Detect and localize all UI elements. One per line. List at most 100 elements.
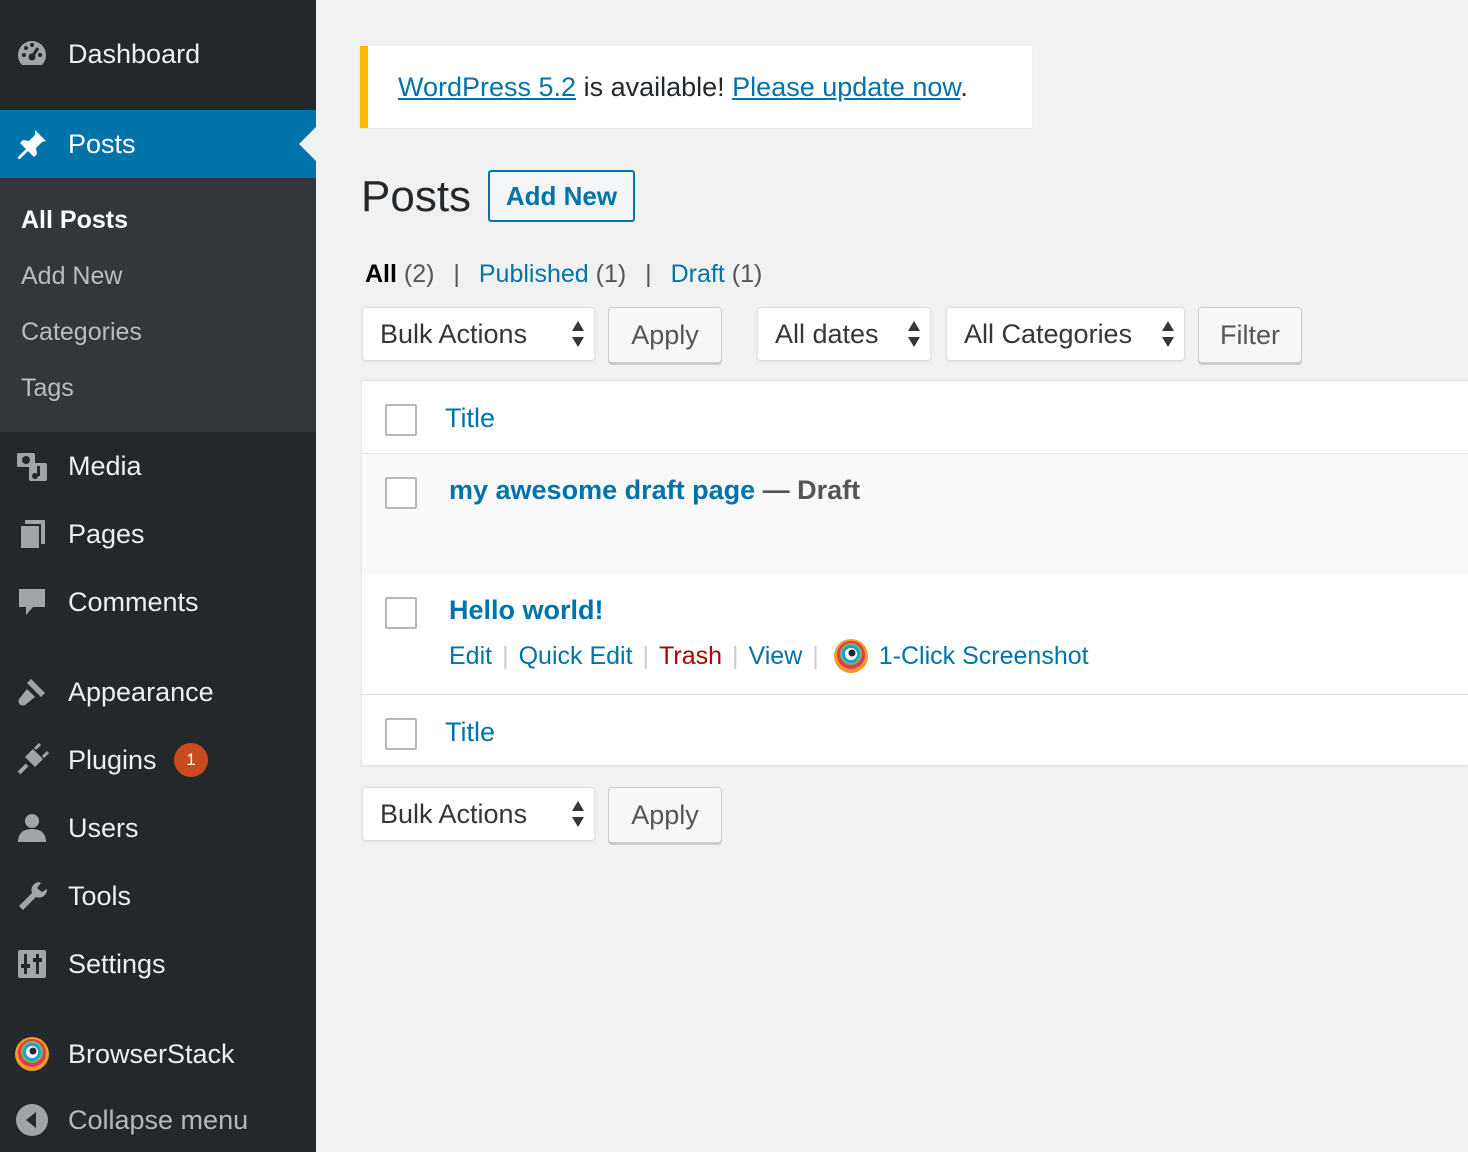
browserstack-icon <box>14 1036 50 1072</box>
plugin-icon <box>14 742 50 778</box>
category-filter-select[interactable]: All Categories <box>946 307 1185 361</box>
admin-sidebar: Dashboard Posts All Posts Add New Catego… <box>0 0 316 1152</box>
paintbrush-icon <box>14 674 50 710</box>
apply-button-top[interactable]: Apply <box>608 307 722 363</box>
menu-dashboard-label: Dashboard <box>68 38 201 69</box>
date-filter-value: All dates <box>775 318 879 349</box>
comments-icon <box>14 584 50 620</box>
menu-dashboard[interactable]: Dashboard <box>0 20 316 88</box>
select-arrows-icon <box>1162 321 1174 347</box>
select-arrows-icon <box>572 801 584 827</box>
pages-icon <box>14 516 50 552</box>
settings-sliders-icon <box>14 946 50 982</box>
submenu-categories[interactable]: Categories <box>21 318 142 347</box>
notice-text: is available! <box>576 71 733 102</box>
wordpress-version-link[interactable]: WordPress 5.2 <box>398 72 576 102</box>
add-new-button[interactable]: Add New <box>488 170 635 222</box>
menu-plugins[interactable]: Plugins 1 <box>0 726 316 794</box>
media-icon <box>14 448 50 484</box>
table-row: Hello world! Edit | Quick Edit | Trash |… <box>362 574 1468 695</box>
menu-comments-label: Comments <box>68 586 199 617</box>
row-actions: Edit | Quick Edit | Trash | View | 1-Cli… <box>449 638 1089 674</box>
row-checkbox[interactable] <box>385 477 417 509</box>
plugins-update-badge: 1 <box>174 743 208 777</box>
category-filter-value: All Categories <box>964 318 1133 349</box>
filter-draft-count: (1) <box>731 260 763 288</box>
page-title: Posts <box>361 172 472 221</box>
filter-published-count: (1) <box>595 260 627 288</box>
menu-users-label: Users <box>68 812 139 843</box>
menu-tools[interactable]: Tools <box>0 862 316 930</box>
browserstack-icon <box>833 639 868 673</box>
filter-button[interactable]: Filter <box>1198 307 1302 363</box>
title-column-footer[interactable]: Title <box>445 717 495 748</box>
trash-link[interactable]: Trash <box>659 642 722 671</box>
menu-media[interactable]: Media <box>0 432 316 500</box>
users-icon <box>14 810 50 846</box>
separator: | <box>732 641 739 670</box>
bulk-actions-select-bottom[interactable]: Bulk Actions <box>362 787 595 841</box>
pushpin-icon <box>14 126 50 162</box>
apply-button-bottom[interactable]: Apply <box>608 787 722 843</box>
select-arrows-icon <box>572 321 584 347</box>
separator: | <box>645 260 652 288</box>
menu-appearance-label: Appearance <box>68 676 214 707</box>
menu-media-label: Media <box>68 450 142 481</box>
menu-pages[interactable]: Pages <box>0 500 316 568</box>
select-all-checkbox[interactable] <box>385 404 417 436</box>
posts-table: Title my awesome draft page — Draft Hell… <box>361 380 1468 766</box>
notice-period: . <box>960 71 968 102</box>
menu-users[interactable]: Users <box>0 794 316 862</box>
filter-draft[interactable]: Draft <box>671 260 725 288</box>
edit-link[interactable]: Edit <box>449 642 492 671</box>
menu-plugins-label: Plugins <box>68 744 157 775</box>
submenu-tags[interactable]: Tags <box>21 374 74 403</box>
post-title-cell: my awesome draft page — Draft <box>449 475 860 506</box>
menu-posts-label: Posts <box>68 128 136 159</box>
post-title-link[interactable]: Hello world! <box>449 595 604 626</box>
menu-tools-label: Tools <box>68 880 132 911</box>
menu-browserstack[interactable]: BrowserStack <box>0 1020 316 1088</box>
separator: | <box>453 260 460 288</box>
filter-all[interactable]: All <box>365 260 397 288</box>
menu-browserstack-label: BrowserStack <box>68 1038 235 1069</box>
update-notice: WordPress 5.2 is available! Please updat… <box>360 46 1032 128</box>
filter-all-count: (2) <box>403 260 435 288</box>
table-header-row: Title <box>362 381 1468 454</box>
select-all-checkbox-footer[interactable] <box>385 718 417 750</box>
table-row: my awesome draft page — Draft <box>362 454 1468 574</box>
one-click-screenshot-link[interactable]: 1-Click Screenshot <box>879 642 1089 671</box>
bulk-actions-value: Bulk Actions <box>380 318 528 349</box>
table-footer-row: Title <box>362 696 1468 767</box>
wrench-icon <box>14 878 50 914</box>
status-filter-links: All (2) | Published (1) | Draft (1) <box>365 260 762 289</box>
menu-settings-label: Settings <box>68 948 166 979</box>
update-now-link[interactable]: Please update now <box>732 72 960 102</box>
menu-pages-label: Pages <box>68 518 145 549</box>
quick-edit-link[interactable]: Quick Edit <box>519 642 633 671</box>
title-column-header[interactable]: Title <box>445 403 495 434</box>
submenu-add-new[interactable]: Add New <box>21 262 122 291</box>
menu-appearance[interactable]: Appearance <box>0 658 316 726</box>
bulk-actions-select-top[interactable]: Bulk Actions <box>362 307 595 361</box>
separator: | <box>502 641 509 670</box>
filter-published[interactable]: Published <box>479 260 589 288</box>
separator: | <box>812 641 819 670</box>
view-link[interactable]: View <box>749 642 803 671</box>
dashboard-icon <box>14 36 50 72</box>
menu-settings[interactable]: Settings <box>0 930 316 998</box>
collapse-arrow-icon <box>14 1102 50 1138</box>
collapse-menu-label: Collapse menu <box>68 1104 249 1135</box>
bulk-actions-value: Bulk Actions <box>380 798 528 829</box>
row-checkbox[interactable] <box>385 597 417 629</box>
collapse-menu-button[interactable]: Collapse menu <box>0 1088 316 1152</box>
select-arrows-icon <box>908 321 920 347</box>
post-title-link[interactable]: my awesome draft page <box>449 475 755 505</box>
menu-posts[interactable]: Posts <box>0 110 316 178</box>
date-filter-select[interactable]: All dates <box>757 307 931 361</box>
menu-comments[interactable]: Comments <box>0 568 316 636</box>
separator: | <box>642 641 650 670</box>
post-state: — Draft <box>755 475 861 505</box>
submenu-all-posts[interactable]: All Posts <box>21 206 128 235</box>
posts-submenu: All Posts Add New Categories Tags <box>0 178 316 432</box>
